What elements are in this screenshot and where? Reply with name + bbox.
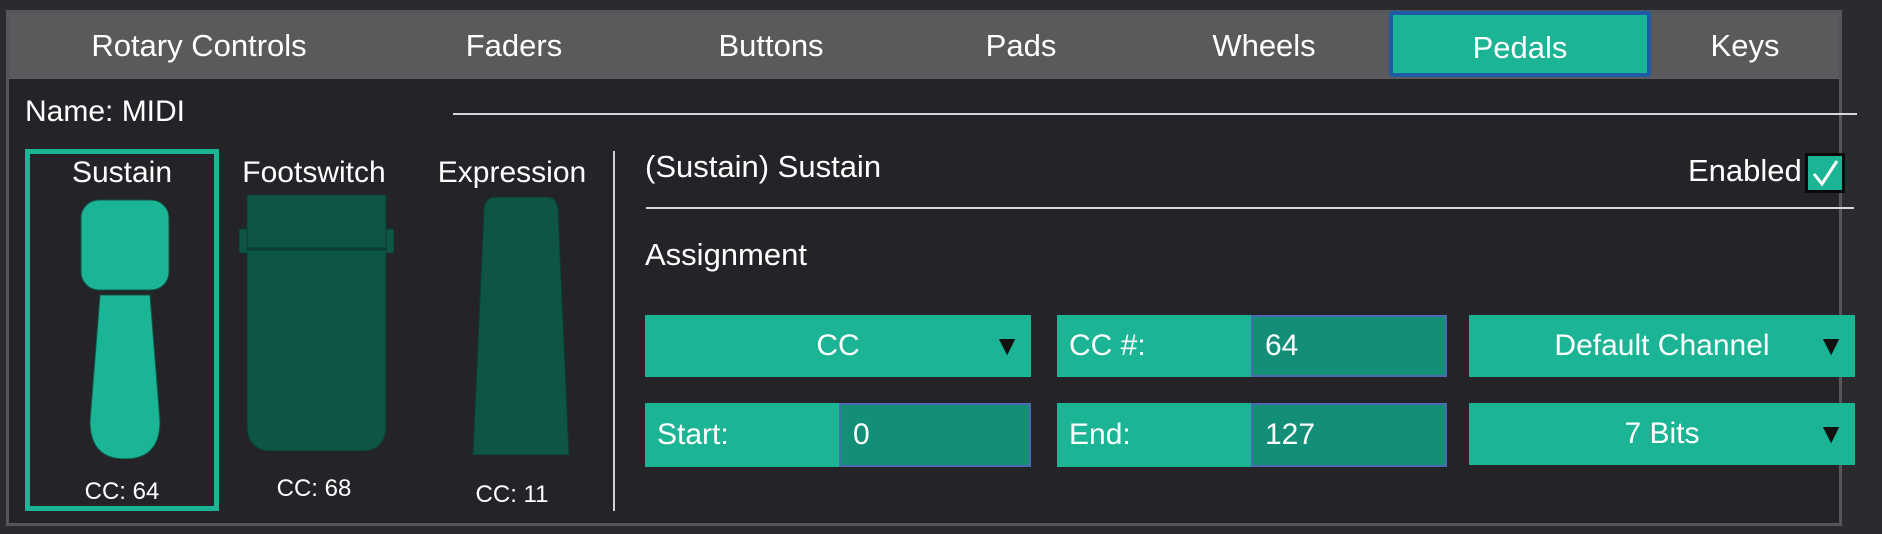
title-underline: [646, 207, 1854, 209]
pedal-card-footswitch[interactable]: Footswitch CC: 68: [219, 149, 409, 511]
cc-number-label: CC #:: [1057, 315, 1251, 377]
bits-dropdown[interactable]: 7 Bits ▼: [1469, 403, 1855, 465]
dropdown-arrow-icon: ▼: [1817, 418, 1845, 449]
tab-rotary-controls[interactable]: Rotary Controls: [9, 13, 389, 79]
bits-dropdown-value: 7 Bits: [1624, 417, 1700, 450]
name-label: Name: MIDI: [25, 95, 186, 128]
pedal-card-sustain[interactable]: Sustain CC: 64: [25, 149, 219, 511]
name-underline: [453, 113, 1857, 115]
pedal-title-footswitch: Footswitch: [242, 156, 386, 189]
pedal-title-sustain: Sustain: [71, 156, 173, 189]
enabled-label: Enabled: [1688, 153, 1802, 188]
pedals-editor-panel: Rotary Controls Faders Buttons Pads Whee…: [6, 10, 1857, 526]
tab-bar: Rotary Controls Faders Buttons Pads Whee…: [9, 11, 1839, 79]
expression-pedal-icon: [472, 197, 570, 455]
sustain-pedal-icon: [80, 199, 170, 459]
cc-number-field[interactable]: [1251, 315, 1447, 377]
start-label: Start:: [645, 403, 839, 467]
tab-buttons[interactable]: Buttons: [639, 13, 903, 79]
type-dropdown-value: CC: [816, 329, 860, 362]
tab-wheels[interactable]: Wheels: [1139, 13, 1389, 79]
panel-divider: [613, 151, 615, 511]
channel-dropdown[interactable]: Default Channel ▼: [1469, 315, 1855, 377]
pedal-cc-footswitch: CC: 68: [276, 475, 352, 502]
pedal-cc-sustain: CC: 64: [84, 478, 160, 505]
channel-dropdown-value: Default Channel: [1554, 329, 1770, 362]
end-label: End:: [1057, 403, 1251, 467]
footswitch-pedal-icon: [239, 195, 394, 451]
tab-pedals[interactable]: Pedals: [1389, 11, 1651, 77]
pedal-cc-expression: CC: 11: [475, 481, 549, 508]
tab-pads[interactable]: Pads: [903, 13, 1139, 79]
tab-faders[interactable]: Faders: [389, 13, 639, 79]
type-dropdown[interactable]: CC ▼: [645, 315, 1031, 377]
start-field[interactable]: [839, 403, 1031, 467]
enabled-checkbox[interactable]: [1805, 153, 1845, 193]
pedal-card-expression[interactable]: Expression CC: 11: [419, 149, 605, 511]
dropdown-arrow-icon: ▼: [993, 330, 1021, 361]
pedal-title-expression: Expression: [437, 156, 587, 189]
checkmark-icon: [1812, 160, 1839, 187]
selected-pedal-title: (Sustain) Sustain: [645, 149, 882, 184]
assignment-label: Assignment: [645, 237, 807, 272]
dropdown-arrow-icon: ▼: [1817, 330, 1845, 361]
tab-keys[interactable]: Keys: [1651, 13, 1839, 79]
end-field[interactable]: [1251, 403, 1447, 467]
